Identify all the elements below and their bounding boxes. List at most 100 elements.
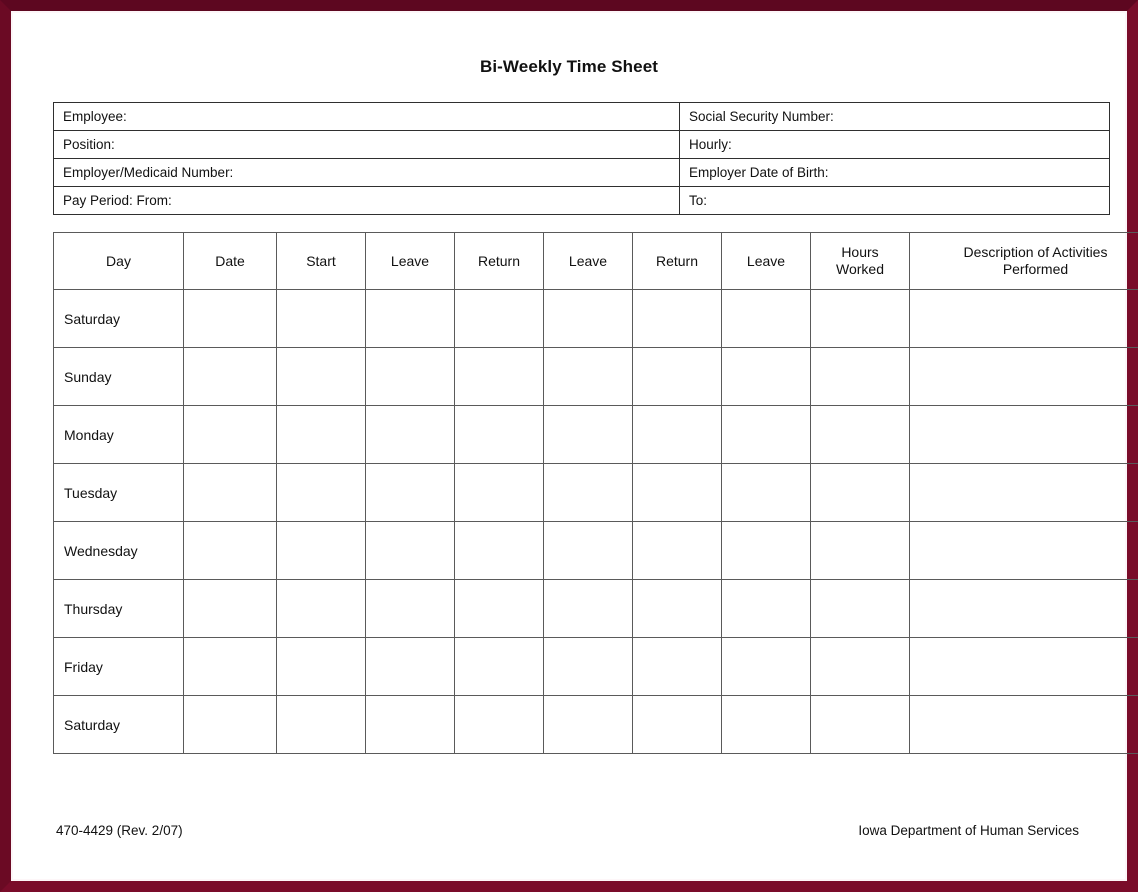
leave-cell[interactable] (721, 405, 811, 464)
info-field-left[interactable]: Employer/Medicaid Number: (53, 158, 680, 187)
leave-cell[interactable] (721, 579, 811, 638)
description-cell[interactable] (909, 695, 1138, 754)
leave-cell[interactable] (543, 695, 633, 754)
return-cell[interactable] (454, 463, 544, 522)
info-row: Pay Period: From: To: (53, 186, 1110, 215)
column-header-line1: Return (477, 252, 521, 269)
leave-cell[interactable] (721, 521, 811, 580)
description-cell[interactable] (909, 579, 1138, 638)
hours-worked-cell[interactable] (810, 289, 910, 348)
description-cell[interactable] (909, 637, 1138, 696)
description-cell[interactable] (909, 521, 1138, 580)
column-header-line1: Start (306, 252, 336, 269)
return-cell[interactable] (632, 637, 722, 696)
hours-worked-cell[interactable] (810, 347, 910, 406)
column-header: Start (276, 232, 366, 290)
info-field-left[interactable]: Pay Period: From: (53, 186, 680, 215)
return-cell[interactable] (454, 405, 544, 464)
leave-cell[interactable] (721, 463, 811, 522)
hours-worked-cell[interactable] (810, 695, 910, 754)
leave-cell[interactable] (543, 347, 633, 406)
column-header-line1: Day (106, 252, 131, 269)
description-cell[interactable] (909, 405, 1138, 464)
leave-cell[interactable] (365, 637, 455, 696)
leave-cell[interactable] (721, 695, 811, 754)
timesheet-header: Day Date Start Leave Return Leave Return Leave H… (53, 232, 1138, 290)
info-field-left[interactable]: Employee: (53, 102, 680, 131)
leave-cell[interactable] (543, 289, 633, 348)
leave-cell[interactable] (365, 347, 455, 406)
date-cell[interactable] (183, 521, 277, 580)
return-cell[interactable] (454, 347, 544, 406)
return-cell[interactable] (632, 405, 722, 464)
timesheet-body: Saturday Sunday Monday Tuesday Wednesday Thur… (53, 289, 1138, 754)
info-field-right[interactable]: Social Security Number: (679, 102, 1110, 131)
start-cell[interactable] (276, 405, 366, 464)
leave-cell[interactable] (543, 405, 633, 464)
start-cell[interactable] (276, 579, 366, 638)
description-cell[interactable] (909, 347, 1138, 406)
footer: 470-4429 (Rev. 2/07) Iowa Department of … (53, 823, 1085, 838)
leave-cell[interactable] (365, 463, 455, 522)
leave-cell[interactable] (543, 637, 633, 696)
return-cell[interactable] (632, 289, 722, 348)
leave-cell[interactable] (721, 289, 811, 348)
info-field-right[interactable]: Hourly: (679, 130, 1110, 159)
return-cell[interactable] (632, 347, 722, 406)
info-field-right[interactable]: To: (679, 186, 1110, 215)
hours-worked-cell[interactable] (810, 521, 910, 580)
start-cell[interactable] (276, 695, 366, 754)
day-cell: Wednesday (53, 521, 184, 580)
column-header-line1: Leave (390, 252, 430, 269)
leave-cell[interactable] (721, 347, 811, 406)
info-row: Employer/Medicaid Number: Employer Date o… (53, 158, 1110, 187)
hours-worked-cell[interactable] (810, 579, 910, 638)
return-cell[interactable] (454, 521, 544, 580)
leave-cell[interactable] (543, 463, 633, 522)
return-cell[interactable] (454, 289, 544, 348)
info-field-right[interactable]: Employer Date of Birth: (679, 158, 1110, 187)
hours-worked-cell[interactable] (810, 463, 910, 522)
return-cell[interactable] (454, 695, 544, 754)
leave-cell[interactable] (543, 521, 633, 580)
leave-cell[interactable] (365, 579, 455, 638)
return-cell[interactable] (632, 695, 722, 754)
start-cell[interactable] (276, 289, 366, 348)
leave-cell[interactable] (543, 579, 633, 638)
return-cell[interactable] (454, 637, 544, 696)
hours-worked-cell[interactable] (810, 637, 910, 696)
description-cell[interactable] (909, 289, 1138, 348)
page-frame: Bi-Weekly Time Sheet Employee: Social Sec… (0, 0, 1138, 892)
return-cell[interactable] (454, 579, 544, 638)
info-row: Employee: Social Security Number: (53, 102, 1110, 131)
column-header-line1: Date (215, 252, 245, 269)
start-cell[interactable] (276, 637, 366, 696)
leave-cell[interactable] (365, 521, 455, 580)
date-cell[interactable] (183, 463, 277, 522)
column-header-line1: Return (655, 252, 699, 269)
date-cell[interactable] (183, 347, 277, 406)
date-cell[interactable] (183, 289, 277, 348)
start-cell[interactable] (276, 463, 366, 522)
date-cell[interactable] (183, 405, 277, 464)
start-cell[interactable] (276, 347, 366, 406)
return-cell[interactable] (632, 463, 722, 522)
date-cell[interactable] (183, 695, 277, 754)
date-cell[interactable] (183, 637, 277, 696)
leave-cell[interactable] (365, 695, 455, 754)
leave-cell[interactable] (365, 405, 455, 464)
return-cell[interactable] (632, 579, 722, 638)
return-cell[interactable] (632, 521, 722, 580)
start-cell[interactable] (276, 521, 366, 580)
column-header: Return (454, 232, 544, 290)
column-header: Leave (721, 232, 811, 290)
hours-worked-cell[interactable] (810, 405, 910, 464)
info-field-left[interactable]: Position: (53, 130, 680, 159)
day-cell: Saturday (53, 289, 184, 348)
date-cell[interactable] (183, 579, 277, 638)
leave-cell[interactable] (365, 289, 455, 348)
leave-cell[interactable] (721, 637, 811, 696)
column-header-line1: Leave (746, 252, 786, 269)
description-cell[interactable] (909, 463, 1138, 522)
column-header: Day (53, 232, 184, 290)
